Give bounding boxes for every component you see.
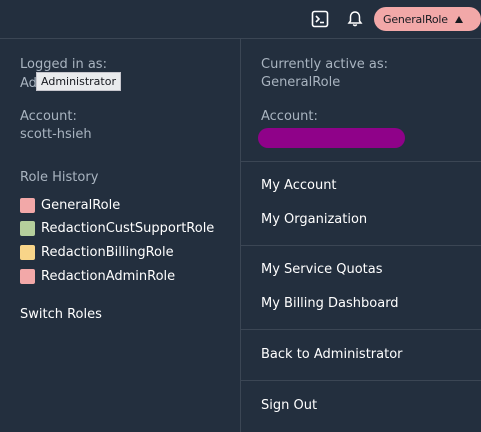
role-color-swatch <box>20 268 35 284</box>
role-menu-label: GeneralRole <box>383 12 448 26</box>
role-history-label: GeneralRole <box>41 197 121 213</box>
my-organization-link[interactable]: My Organization <box>261 212 367 227</box>
logged-in-value: Ad <box>20 76 37 91</box>
menu-divider <box>241 380 481 381</box>
role-history-label: RedactionAdminRole <box>41 268 176 284</box>
my-account-link[interactable]: My Account <box>261 178 337 193</box>
menu-divider <box>241 161 481 162</box>
logged-in-tooltip: Administrator <box>36 72 121 91</box>
currently-active-value: GeneralRole <box>261 75 341 90</box>
role-menu-button[interactable]: GeneralRole <box>374 7 481 31</box>
role-history-label: RedactionCustSupportRole <box>41 220 215 236</box>
role-history-item-custsupport[interactable]: RedactionCustSupportRole <box>20 220 214 236</box>
back-to-administrator-link[interactable]: Back to Administrator <box>261 347 403 362</box>
account-label: Account: <box>20 109 77 124</box>
role-history-item-billing[interactable]: RedactionBillingRole <box>20 244 174 260</box>
menu-divider <box>241 329 481 330</box>
vertical-divider <box>240 39 241 432</box>
top-navigation-bar: GeneralRole <box>0 0 481 39</box>
role-color-swatch <box>20 220 35 236</box>
switch-roles-link[interactable]: Switch Roles <box>20 307 102 322</box>
currently-active-label: Currently active as: <box>261 57 389 72</box>
sign-out-link[interactable]: Sign Out <box>261 398 317 413</box>
account-value: scott-hsieh <box>20 127 92 142</box>
logged-in-label: Logged in as: <box>20 57 107 72</box>
bell-icon[interactable] <box>345 9 365 29</box>
role-history-label: RedactionBillingRole <box>41 244 174 260</box>
right-account-label: Account: <box>261 109 318 124</box>
caret-up-icon <box>454 15 463 23</box>
menu-divider <box>241 245 481 246</box>
role-color-swatch <box>20 197 35 213</box>
role-color-swatch <box>20 244 35 260</box>
role-history-item-generalrole[interactable]: GeneralRole <box>20 197 120 213</box>
billing-dashboard-link[interactable]: My Billing Dashboard <box>261 296 399 311</box>
cloudshell-icon[interactable] <box>310 9 330 29</box>
role-history-item-admin[interactable]: RedactionAdminRole <box>20 268 175 284</box>
redacted-account-id <box>258 128 405 148</box>
service-quotas-link[interactable]: My Service Quotas <box>261 262 382 277</box>
role-history-title: Role History <box>20 170 99 185</box>
